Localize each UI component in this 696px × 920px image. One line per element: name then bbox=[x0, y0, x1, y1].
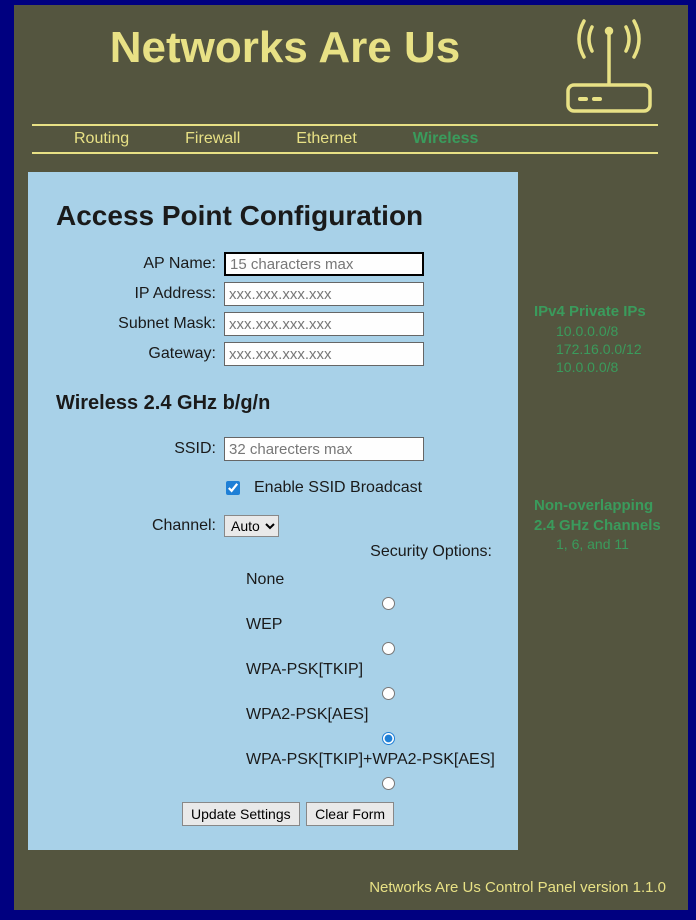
ssid-broadcast-checkbox[interactable] bbox=[226, 481, 240, 495]
subnet-mask-label: Subnet Mask: bbox=[56, 315, 224, 333]
security-wpa2-aes-label: WPA2-PSK[AES] bbox=[246, 706, 500, 724]
ssid-label: SSID: bbox=[56, 440, 224, 458]
security-none-label: None bbox=[246, 571, 500, 589]
security-wpa2-aes-radio[interactable] bbox=[382, 732, 395, 745]
clear-button[interactable]: Clear Form bbox=[306, 802, 394, 826]
security-mixed-radio[interactable] bbox=[382, 777, 395, 790]
ipv4-line-2: 10.0.0.0/8 bbox=[534, 358, 661, 376]
panel-title: Access Point Configuration bbox=[56, 200, 500, 232]
security-options: None WEP WPA-PSK[TKIP] WPA2-PSK[AES] WPA… bbox=[246, 571, 500, 790]
content-area: Access Point Configuration AP Name: IP A… bbox=[14, 154, 688, 860]
channels-title-1: Non-overlapping bbox=[534, 496, 661, 516]
security-wep-label: WEP bbox=[246, 616, 500, 634]
gateway-label: Gateway: bbox=[56, 345, 224, 363]
footer-version: Networks Are Us Control Panel version 1.… bbox=[369, 879, 666, 896]
nav-routing[interactable]: Routing bbox=[74, 130, 129, 148]
config-panel: Access Point Configuration AP Name: IP A… bbox=[28, 172, 518, 850]
nav-firewall[interactable]: Firewall bbox=[185, 130, 240, 148]
ipv4-info-block: IPv4 Private IPs 10.0.0.0/8 172.16.0.0/1… bbox=[534, 302, 661, 376]
app-container: Networks Are Us Routing Firewall bbox=[14, 5, 688, 910]
security-mixed-label: WPA-PSK[TKIP]+WPA2-PSK[AES] bbox=[246, 751, 500, 769]
channel-label: Channel: bbox=[56, 517, 224, 535]
nav-wireless[interactable]: Wireless bbox=[413, 130, 479, 148]
channels-title-2: 2.4 GHz Channels bbox=[534, 516, 661, 536]
router-icon bbox=[556, 5, 668, 124]
ap-name-input[interactable] bbox=[224, 252, 424, 276]
nav-bar: Routing Firewall Ethernet Wireless bbox=[32, 124, 658, 154]
gateway-input[interactable] bbox=[224, 342, 424, 366]
subnet-mask-input[interactable] bbox=[224, 312, 424, 336]
ipv4-line-1: 172.16.0.0/12 bbox=[534, 340, 661, 358]
ipv4-title: IPv4 Private IPs bbox=[534, 302, 661, 322]
security-wpa-tkip-radio[interactable] bbox=[382, 687, 395, 700]
ip-address-input[interactable] bbox=[224, 282, 424, 306]
nav-ethernet[interactable]: Ethernet bbox=[296, 130, 356, 148]
ipv4-line-0: 10.0.0.0/8 bbox=[534, 322, 661, 340]
app-title: Networks Are Us bbox=[14, 5, 556, 124]
ssid-input[interactable] bbox=[224, 437, 424, 461]
sidebar: IPv4 Private IPs 10.0.0.0/8 172.16.0.0/1… bbox=[518, 172, 661, 850]
wireless-section-title: Wireless 2.4 GHz b/g/n bbox=[56, 392, 500, 415]
ap-name-label: AP Name: bbox=[56, 255, 224, 273]
header: Networks Are Us bbox=[14, 5, 688, 124]
channel-select[interactable]: Auto bbox=[224, 515, 279, 537]
channels-line-0: 1, 6, and 11 bbox=[534, 535, 661, 553]
security-none-radio[interactable] bbox=[382, 597, 395, 610]
update-button[interactable]: Update Settings bbox=[182, 802, 300, 826]
security-wep-radio[interactable] bbox=[382, 642, 395, 655]
ip-address-label: IP Address: bbox=[56, 285, 224, 303]
security-header: Security Options: bbox=[56, 543, 492, 561]
channels-info-block: Non-overlapping 2.4 GHz Channels 1, 6, a… bbox=[534, 496, 661, 553]
security-wpa-tkip-label: WPA-PSK[TKIP] bbox=[246, 661, 500, 679]
ssid-broadcast-label: Enable SSID Broadcast bbox=[254, 479, 422, 497]
